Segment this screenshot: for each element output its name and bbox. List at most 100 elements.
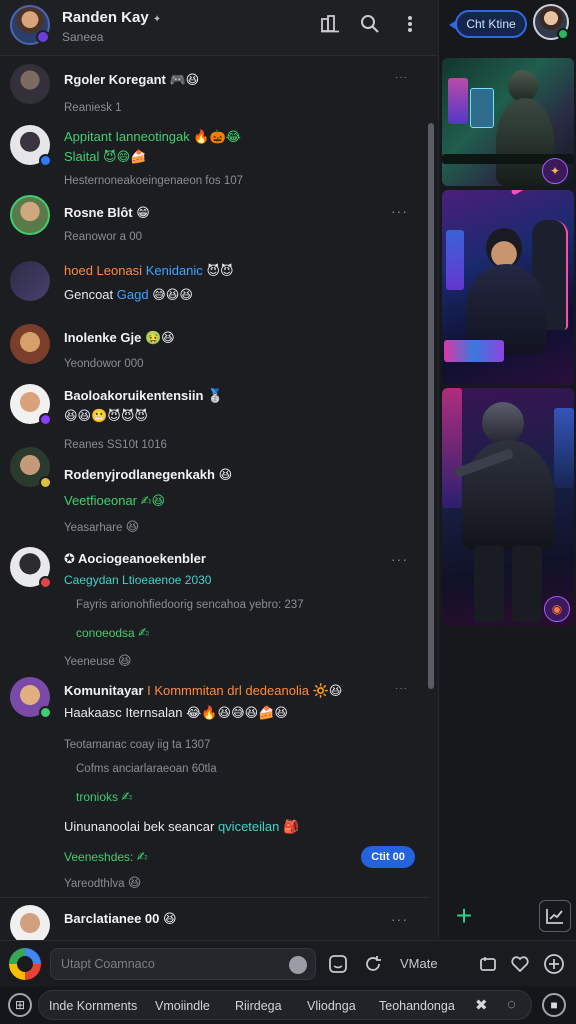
comment-text: Veeneshdes: ✍ (64, 849, 148, 864)
neon-light (442, 388, 462, 508)
add-icon[interactable]: + (449, 902, 479, 932)
avatar[interactable] (10, 905, 50, 940)
neon-light (510, 190, 557, 196)
comment-meta: Reanowor a 00 (64, 231, 142, 243)
visibility-icon[interactable] (289, 956, 307, 974)
bottom-tab-strip: Inde Kornments Vmoiindle Riirdega Vliodn… (38, 990, 532, 1020)
soldier-leg (512, 546, 542, 622)
profile-avatar[interactable] (10, 5, 50, 45)
status-dot (39, 413, 52, 426)
comment-meta: Fayris arionohfiedoorig sencahoa yebro: … (76, 599, 304, 611)
neon-light (554, 408, 574, 488)
stop-icon[interactable]: ■ (542, 993, 566, 1017)
avatar[interactable] (10, 64, 50, 104)
keyboard-shape (444, 340, 504, 362)
online-dot (557, 28, 569, 40)
soldier-helmet (482, 402, 524, 444)
more-options-icon[interactable]: ··· (391, 551, 408, 567)
comment-author: Appitant Ianneotingak 🔥🎃😂 (64, 129, 241, 144)
comment-input-placeholder: Utapt Coamnaco (61, 957, 155, 971)
more-options-icon[interactable]: ··· (391, 203, 408, 219)
bottom-navigation: ⊞ Inde Kornments Vmoiindle Riirdega Vlio… (0, 986, 576, 1024)
media-thumbnail-1[interactable]: ✦ (442, 58, 574, 186)
tools-icon[interactable]: ✖ (475, 996, 488, 1014)
reply-count-button[interactable]: Ctit 00 (361, 846, 415, 868)
avatar[interactable] (10, 547, 52, 589)
neon-light (448, 78, 468, 124)
top-bar: Randen Kay ✦ Saneea (0, 0, 438, 56)
app-logo-icon[interactable] (9, 948, 41, 980)
search-icon[interactable] (358, 12, 382, 36)
tab-vmoiindle[interactable]: Vmoiindle (155, 999, 210, 1013)
chat-pill-button[interactable]: Cht Ktine (449, 10, 527, 38)
avatar[interactable] (10, 195, 50, 235)
page-subtitle: Saneea (62, 30, 104, 44)
comment-author: Komunitayar I Kommmitan drl dedeanolia 🔆… (64, 683, 343, 698)
comment-feed[interactable]: Rgoler Koregant 🎮😆 ··· Reaniesk 1 Appita… (0, 57, 438, 940)
comment-author: Rosne Blôt 😁 (64, 205, 150, 220)
comment-text: Veetfioeonar ✍😆 (64, 493, 166, 508)
vmate-label[interactable]: VMate (400, 956, 438, 971)
comment-meta: Yeasarhare 😆 (64, 519, 140, 534)
comment-meta: Hesternoneakoeingenaeon fos 107 (64, 175, 244, 187)
chat-bubble-icon[interactable]: ◌ (507, 996, 516, 1013)
comment-text: Haakaasc Iternsalan 😂🔥😆😅😆🍰😆 (64, 705, 288, 720)
composer-bar: Utapt Coamnaco VMate (0, 940, 576, 986)
page-title-text: Randen Kay (62, 9, 149, 26)
thumbnail-badge-icon: ◉ (544, 596, 570, 622)
avatar[interactable] (10, 125, 52, 167)
avatar[interactable] (10, 384, 52, 426)
avatar[interactable] (10, 324, 50, 364)
kebab-menu-icon[interactable] (398, 12, 422, 36)
comment-meta: Yareodthlva 😆 (64, 875, 142, 890)
comment-meta: Cofms anciarlaraeoan 60tla (76, 763, 217, 775)
more-options-icon[interactable]: ··· (391, 911, 408, 927)
comment-text: tronioks ✍ (76, 789, 133, 804)
user-avatar[interactable] (533, 4, 569, 40)
comment-author: Barclatianee 00 😆 (64, 911, 177, 926)
chart-icon[interactable] (539, 900, 571, 932)
gallery-icon[interactable] (476, 952, 500, 976)
more-options-icon[interactable]: ··· (395, 683, 408, 694)
verified-dot (39, 154, 52, 167)
avatar[interactable] (10, 677, 52, 719)
scrollbar[interactable] (428, 123, 434, 689)
status-dot (36, 30, 50, 44)
tab-teohandonga[interactable]: Teohandonga (379, 999, 455, 1013)
title-badge-icon: ✦ (152, 14, 162, 25)
avatar[interactable] (10, 261, 50, 301)
comment-text: 😆😆😬😈😈😈 (64, 408, 148, 423)
comment-meta: Yeeneuse 😆 (64, 653, 132, 668)
status-dot (39, 706, 52, 719)
comment-subtitle: Caegydan Ltioeaenoe 2030 (64, 573, 212, 587)
comment-author: Rodenyjrodlanegenkakh 😆 (64, 467, 233, 482)
tab-comments[interactable]: Inde Kornments (49, 999, 137, 1013)
refresh-icon[interactable] (361, 952, 385, 976)
status-dot (39, 576, 52, 589)
comment-input[interactable]: Utapt Coamnaco (50, 948, 316, 980)
monitor-shape (470, 88, 494, 128)
more-options-icon[interactable]: ··· (395, 72, 408, 83)
soldier-leg (474, 546, 504, 622)
media-thumbnail-2[interactable] (442, 190, 574, 385)
thumbnail-badge-icon: ✦ (542, 158, 568, 184)
tab-riirdega[interactable]: Riirdega (235, 999, 282, 1013)
page-title: Randen Kay ✦ (62, 9, 161, 26)
comment-meta: Reanes SS10t 1016 (64, 439, 167, 451)
comment-meta: Yeondowor 000 (64, 358, 144, 370)
comment-text: Gencoat Gagd 😅😆😆 (64, 287, 193, 302)
neon-light (446, 230, 464, 290)
add-circle-icon[interactable] (542, 952, 566, 976)
sticker-icon[interactable] (326, 952, 350, 976)
heart-icon[interactable] (508, 952, 532, 976)
avatar[interactable] (10, 447, 52, 489)
comment-author: Inolenke Gje 🤢😆 (64, 330, 175, 345)
comment-meta: Teotamanac coay iig ta 1307 (64, 739, 211, 751)
grid-menu-icon[interactable]: ⊞ (8, 993, 32, 1017)
comment-author: Rgoler Koregant 🎮😆 (64, 72, 200, 87)
media-thumbnail-3[interactable]: ◉ (442, 388, 574, 626)
layout-icon[interactable] (318, 12, 342, 36)
tab-vliodnga[interactable]: Vliodnga (307, 999, 356, 1013)
divider (0, 897, 430, 898)
comment-text: conoeodsa ✍ (76, 625, 149, 640)
